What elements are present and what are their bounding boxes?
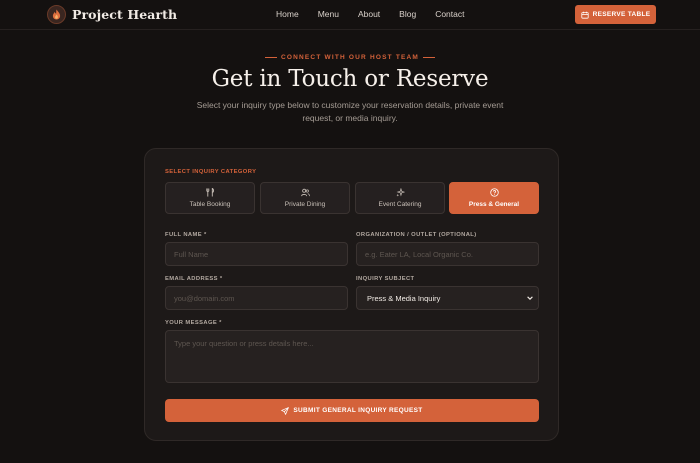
message-textarea[interactable]: Type your question or press details here… bbox=[165, 330, 539, 383]
organization-placeholder: e.g. Eater LA, Local Organic Co. bbox=[365, 249, 473, 259]
message-placeholder: Type your question or press details here… bbox=[174, 339, 314, 348]
full-name-label: FULL NAME * bbox=[165, 232, 207, 238]
subject-selected-value: Press & Media Inquiry bbox=[367, 293, 441, 303]
category-label-event-catering: Event Catering bbox=[378, 201, 422, 208]
full-name-placeholder: Full Name bbox=[174, 249, 209, 259]
organization-input[interactable]: e.g. Eater LA, Local Organic Co. bbox=[356, 242, 539, 266]
eyebrow-line-right bbox=[423, 57, 436, 58]
organization-label: ORGANIZATION / OUTLET (OPTIONAL) bbox=[356, 232, 477, 238]
submit-inquiry-button[interactable]: SUBMIT GENERAL INQUIRY REQUEST bbox=[165, 399, 539, 422]
help-circle-icon bbox=[489, 188, 499, 197]
email-placeholder: you@domain.com bbox=[174, 293, 235, 303]
message-label: YOUR MESSAGE * bbox=[165, 320, 222, 326]
category-label: SELECT INQUIRY CATEGORY bbox=[165, 169, 257, 175]
flame-logo-icon bbox=[47, 5, 66, 24]
category-label-press-general: Press & General bbox=[468, 201, 520, 208]
page-title: Get in Touch or Reserve bbox=[211, 66, 489, 92]
people-icon bbox=[300, 188, 310, 197]
chevron-down-icon bbox=[527, 296, 533, 300]
category-event-catering[interactable]: Event Catering bbox=[355, 182, 445, 214]
nav-link-blog[interactable]: Blog bbox=[399, 9, 416, 19]
eyebrow-text: CONNECT WITH OUR HOST TEAM bbox=[280, 54, 420, 61]
nav-links: Home Menu About Blog Contact bbox=[276, 9, 483, 19]
reserve-table-button[interactable]: RESERVE TABLE bbox=[575, 5, 656, 24]
eyebrow-line-left bbox=[264, 57, 277, 58]
top-navigation: Project Hearth Home Menu About Blog Cont… bbox=[0, 0, 700, 30]
email-label: EMAIL ADDRESS * bbox=[165, 276, 223, 282]
category-label-private-dining: Private Dining bbox=[284, 201, 326, 208]
submit-inquiry-label: SUBMIT GENERAL INQUIRY REQUEST bbox=[293, 407, 423, 414]
category-press-general[interactable]: Press & General bbox=[449, 182, 539, 214]
nav-link-menu[interactable]: Menu bbox=[318, 9, 339, 19]
brand[interactable]: Project Hearth bbox=[47, 5, 177, 24]
send-icon bbox=[281, 406, 290, 415]
subject-label: INQUIRY SUBJECT bbox=[356, 276, 415, 282]
eyebrow: CONNECT WITH OUR HOST TEAM bbox=[0, 54, 700, 61]
sparkle-icon bbox=[395, 188, 405, 197]
inquiry-form-card: SELECT INQUIRY CATEGORY Table Booking Pr… bbox=[144, 148, 559, 441]
page-subtitle: Select your inquiry type below to custom… bbox=[196, 100, 504, 123]
utensils-icon bbox=[205, 188, 214, 197]
calendar-icon bbox=[580, 11, 589, 19]
category-private-dining[interactable]: Private Dining bbox=[260, 182, 350, 214]
email-input[interactable]: you@domain.com bbox=[165, 286, 348, 310]
category-table-booking[interactable]: Table Booking bbox=[165, 182, 255, 214]
subject-select[interactable]: Press & Media Inquiry bbox=[356, 286, 539, 310]
brand-name: Project Hearth bbox=[72, 7, 178, 22]
nav-link-home[interactable]: Home bbox=[276, 9, 299, 19]
full-name-input[interactable]: Full Name bbox=[165, 242, 348, 266]
reserve-table-label: RESERVE TABLE bbox=[592, 11, 651, 18]
category-label-table-booking: Table Booking bbox=[189, 201, 231, 208]
nav-link-about[interactable]: About bbox=[358, 9, 380, 19]
nav-link-contact[interactable]: Contact bbox=[435, 9, 464, 19]
